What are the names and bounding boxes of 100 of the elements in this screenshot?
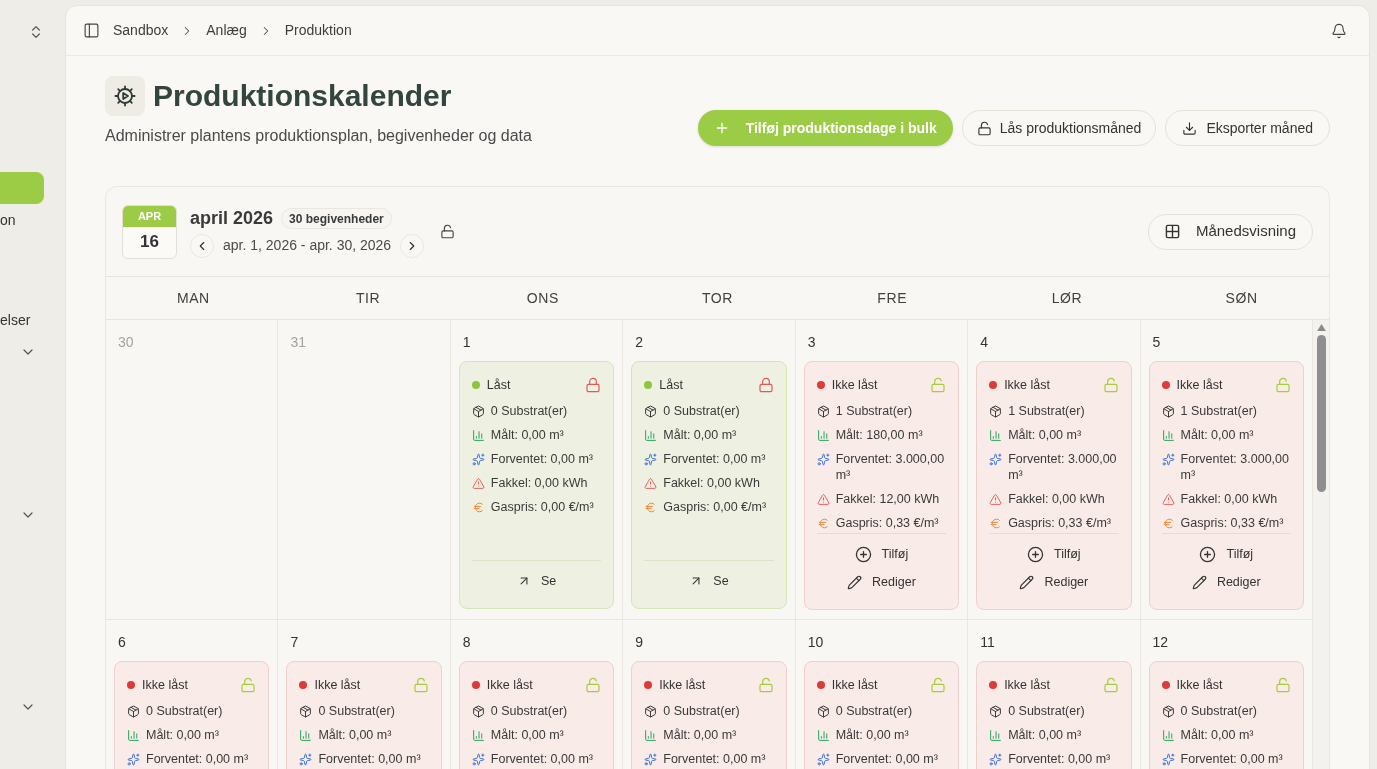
weekday-label: ONS <box>526 288 559 308</box>
plus-circle-icon <box>1199 545 1217 563</box>
lock-status-label: Ikke låst <box>831 676 878 694</box>
day-number: 1 <box>462 332 471 352</box>
badge-day: 16 <box>140 229 159 255</box>
day-number: 9 <box>635 632 644 652</box>
padlock-icon[interactable] <box>585 377 602 393</box>
next-month-button[interactable] <box>400 233 425 258</box>
scrollbar[interactable] <box>1313 320 1329 769</box>
export-month-button[interactable]: Eksporter måned <box>1165 110 1330 146</box>
day-number: 10 <box>807 632 824 652</box>
package-icon <box>816 704 830 718</box>
package-icon <box>644 404 658 418</box>
entry-detail-text: Fakkel: 12,00 kWh <box>835 491 940 507</box>
weekday-label: FRE <box>877 288 908 308</box>
euro-icon <box>816 516 830 530</box>
sparkles-icon <box>989 752 1003 766</box>
breadcrumb-link[interactable]: Produktion <box>284 20 352 41</box>
day-entry-card[interactable]: Ikke låst 1 Substrat(er) Målt: 0,00 m³ Forventet: 3.000,00 m³ Fakkel: 0,00 kWh Gaspris: 0,33 €/m³ Tilføj Rediger <box>1148 361 1304 610</box>
day-number: 12 <box>1152 632 1169 652</box>
previous-month-button[interactable] <box>190 233 214 258</box>
day-entry-card[interactable]: Låst 0 Substrat(er) Målt: 0,00 m³ Forventet: 0,00 m³ Fakkel: 0,00 kWh Gaspris: 0,00 €/m³ Se <box>458 361 615 609</box>
open-padlock-icon[interactable] <box>440 224 456 239</box>
day-number: 5 <box>1152 332 1161 352</box>
download-icon <box>1182 120 1198 136</box>
plus-circle-icon <box>1027 545 1045 563</box>
breadcrumb-link[interactable]: Sandbox <box>113 20 169 41</box>
entry-detail-text: Forventet: 0,00 m³ <box>490 451 593 467</box>
entry-detail-text: Forventet: 3.000,00 m³ <box>1008 451 1118 483</box>
entry-detail-text: 0 Substrat(er) <box>146 703 223 719</box>
entry-detail-text: 0 Substrat(er) <box>1008 703 1085 719</box>
bar-chart-icon <box>471 728 485 742</box>
bar-chart-icon <box>1161 728 1175 742</box>
day-entry-card[interactable]: Ikke låst 0 Substrat(er) Målt: 0,00 m³ Forventet: 0,00 m³ <box>1148 661 1304 769</box>
view-button[interactable]: Se <box>471 567 602 595</box>
day-entry-card[interactable]: Ikke låst 1 Substrat(er) Målt: 0,00 m³ Forventet: 3.000,00 m³ Fakkel: 0,00 kWh Gaspris: 0,33 €/m³ Tilføj Rediger <box>976 361 1132 610</box>
warning-triangle-icon <box>989 492 1003 506</box>
day-entry-card[interactable]: Ikke låst 0 Substrat(er) Målt: 0,00 m³ Forventet: 0,00 m³ <box>114 661 270 769</box>
month-title: april 2026 <box>190 207 274 230</box>
day-entry-card[interactable]: Ikke låst 0 Substrat(er) Målt: 0,00 m³ Forventet: 0,00 m³ <box>631 661 787 769</box>
grid-icon <box>1164 224 1180 239</box>
pencil-icon <box>847 574 863 590</box>
weekday-label: TIR <box>355 288 381 308</box>
sparkles-icon <box>816 452 830 466</box>
scroll-up-arrow-icon[interactable] <box>1316 324 1326 331</box>
breadcrumb-link[interactable]: Anlæg <box>206 20 247 41</box>
add-button[interactable]: Tilføj <box>1161 540 1291 568</box>
open-padlock-icon <box>976 120 992 136</box>
day-number: 8 <box>462 632 471 652</box>
euro-icon <box>471 500 485 514</box>
entry-detail-text: 0 Substrat(er) <box>1180 703 1257 719</box>
entry-detail-text: Forventet: 0,00 m³ <box>1180 751 1283 767</box>
sidebar-item[interactable]: elser <box>0 310 31 330</box>
notification-bell-icon[interactable] <box>1331 22 1347 39</box>
package-icon <box>127 704 140 718</box>
edit-button[interactable]: Rediger <box>989 568 1119 596</box>
day-number: 7 <box>290 632 299 652</box>
entry-detail-text: Målt: 0,00 m³ <box>1180 727 1254 743</box>
entry-detail-text: Forventet: 0,00 m³ <box>663 751 766 767</box>
euro-icon <box>644 500 658 514</box>
bar-chart-icon <box>989 728 1003 742</box>
edit-button[interactable]: Rediger <box>816 568 947 596</box>
day-entry-card[interactable]: Ikke låst 0 Substrat(er) Målt: 0,00 m³ Forventet: 0,00 m³ <box>458 661 615 769</box>
entry-detail-text: 0 Substrat(er) <box>835 703 913 719</box>
package-icon <box>1161 704 1175 718</box>
day-entry-card[interactable]: Ikke låst 0 Substrat(er) Målt: 0,00 m³ Forventet: 0,00 m³ <box>286 661 442 769</box>
bar-chart-icon <box>1161 428 1175 442</box>
month-view-button[interactable]: Månedsvisning <box>1147 213 1313 250</box>
entry-detail-text: Forventet: 0,00 m³ <box>146 751 249 767</box>
package-icon <box>471 404 485 418</box>
entry-detail-text: Målt: 0,00 m³ <box>490 427 564 443</box>
sparkles-icon <box>1161 452 1175 466</box>
sparkles-icon <box>1161 752 1175 766</box>
day-number: 11 <box>980 632 995 652</box>
view-button[interactable]: Se <box>644 567 774 595</box>
add-button[interactable]: Tilføj <box>816 540 947 568</box>
weekday-label: LØR <box>1051 288 1083 308</box>
day-entry-card[interactable]: Ikke låst 0 Substrat(er) Målt: 0,00 m³ Forventet: 0,00 m³ <box>976 661 1132 769</box>
sidebar-item[interactable]: on <box>0 210 16 230</box>
add-button[interactable]: Tilføj <box>989 540 1119 568</box>
entry-detail-text: Målt: 0,00 m³ <box>490 727 564 743</box>
entry-detail-text: Forventet: 0,00 m³ <box>318 751 421 767</box>
sidebar-toggle-icon[interactable] <box>83 22 100 39</box>
day-number: 30 <box>118 332 134 352</box>
edit-button[interactable]: Rediger <box>1161 568 1291 596</box>
bar-chart-icon <box>471 428 485 442</box>
lock-month-button[interactable]: Lås produktionsmåned <box>961 110 1157 146</box>
entry-detail-text: 1 Substrat(er) <box>835 403 913 419</box>
scrollbar-thumb[interactable] <box>1316 335 1326 492</box>
entry-detail-text: Forventet: 3.000,00 m³ <box>1180 451 1290 483</box>
padlock-icon[interactable] <box>757 377 774 393</box>
plus-circle-icon <box>854 545 872 563</box>
entry-detail-text: Forventet: 0,00 m³ <box>490 751 593 767</box>
day-number: 6 <box>118 632 126 652</box>
page-subtitle: Administrer plantens produktionsplan, begivenheder og data <box>105 126 532 146</box>
day-entry-card[interactable]: Låst 0 Substrat(er) Målt: 0,00 m³ Forventet: 0,00 m³ Fakkel: 0,00 kWh Gaspris: 0,00 €/m³ Se <box>631 361 787 609</box>
euro-icon <box>989 516 1003 530</box>
day-entry-card[interactable]: Ikke låst 1 Substrat(er) Målt: 180,00 m³ Forventet: 3.000,00 m³ Fakkel: 12,00 kWh Gaspris: 0,33 €/m³ Tilføj Rediger <box>803 361 960 610</box>
day-entry-card[interactable]: Ikke låst 0 Substrat(er) Målt: 0,00 m³ Forventet: 0,00 m³ <box>803 661 960 769</box>
lock-status-label: Ikke låst <box>1176 376 1223 394</box>
